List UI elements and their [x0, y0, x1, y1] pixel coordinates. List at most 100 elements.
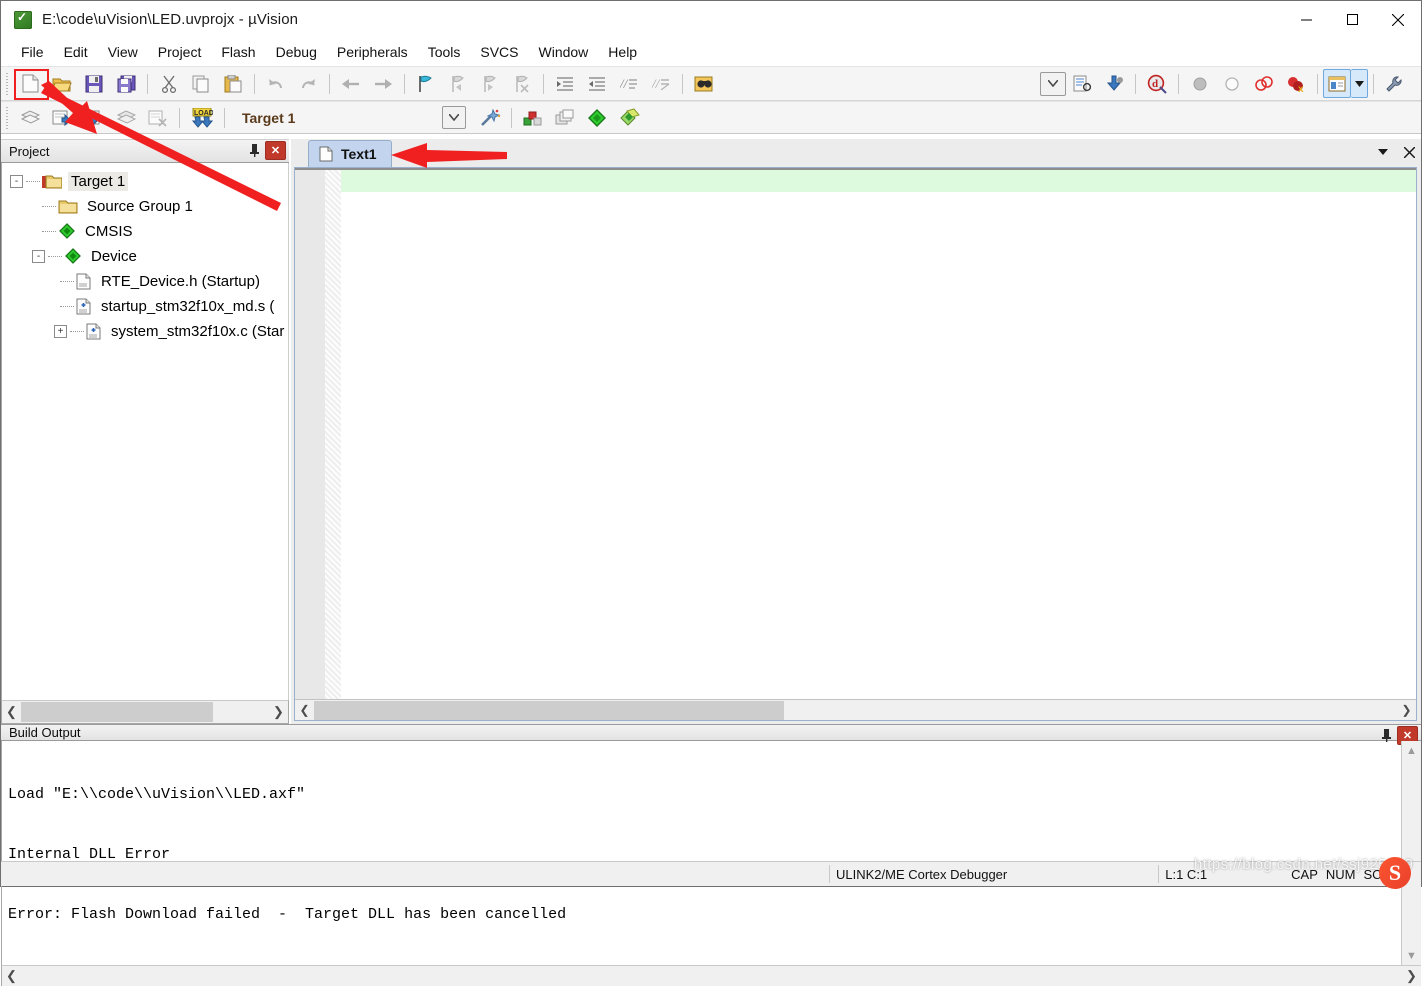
menu-item-tools[interactable]: Tools — [418, 41, 471, 63]
chevron-down-icon[interactable]: ▼ — [1402, 946, 1421, 965]
scrollbar-thumb[interactable] — [21, 702, 213, 722]
caret-down-icon[interactable] — [1375, 143, 1391, 161]
menu-item-window[interactable]: Window — [529, 41, 599, 63]
editor-text-area[interactable] — [341, 170, 1416, 699]
open-source-browser-button[interactable] — [1066, 69, 1098, 98]
menu-item-flash[interactable]: Flash — [211, 41, 265, 63]
previous-bookmark-button[interactable] — [442, 69, 474, 98]
multi-project-button[interactable] — [549, 103, 581, 132]
project-tree[interactable]: - Target 1 Source Group 1 CMSIS - Device… — [1, 163, 289, 700]
project-horizontal-scrollbar[interactable]: ❮ ❯ — [1, 700, 289, 724]
start-debug-button[interactable]: d — [1141, 69, 1173, 98]
redo-button[interactable] — [292, 69, 324, 98]
menu-item-project[interactable]: Project — [148, 41, 212, 63]
minimize-icon[interactable] — [1283, 1, 1329, 38]
window-dropdown-button[interactable] — [1351, 69, 1368, 98]
copy-button[interactable] — [185, 69, 217, 98]
cut-button[interactable] — [153, 69, 185, 98]
paste-button[interactable] — [217, 69, 249, 98]
save-button[interactable] — [78, 69, 110, 98]
indent-button[interactable] — [549, 69, 581, 98]
menu-item-edit[interactable]: Edit — [54, 41, 98, 63]
build-output-body[interactable]: Load "E:\\code\\uVision\\LED.axf" Intern… — [1, 741, 1421, 965]
close-icon[interactable] — [1375, 1, 1421, 38]
translate-button[interactable] — [14, 103, 46, 132]
tree-node-rte-device-h[interactable]: RTE_Device.h (Startup) — [2, 269, 288, 294]
target-selector[interactable]: Target 1 — [236, 106, 466, 129]
tab-text1[interactable]: Text1 — [308, 140, 392, 167]
editor-breakpoint-margin[interactable] — [295, 170, 325, 699]
open-file-button[interactable] — [46, 69, 78, 98]
navigate-back-button[interactable] — [335, 69, 367, 98]
editor-viewport[interactable] — [295, 168, 1416, 699]
menu-item-help[interactable]: Help — [598, 41, 647, 63]
close-icon[interactable] — [1401, 143, 1417, 161]
toolbar-grip[interactable] — [4, 106, 12, 129]
chevron-down-icon[interactable] — [442, 106, 466, 129]
editor-document[interactable]: ❮ ❯ — [294, 167, 1417, 721]
kill-all-breakpoints-button[interactable]: x — [1280, 69, 1312, 98]
rebuild-button[interactable] — [78, 103, 110, 132]
stop-build-button[interactable] — [142, 103, 174, 132]
configure-toolbar-button[interactable] — [1040, 71, 1066, 96]
chevron-right-icon[interactable]: ❯ — [1402, 966, 1421, 986]
find-in-files-button[interactable] — [688, 69, 720, 98]
kill-breakpoint-button[interactable] — [1216, 69, 1248, 98]
undo-button[interactable] — [260, 69, 292, 98]
configure-button[interactable] — [1379, 69, 1411, 98]
toggle-bookmark-button[interactable] — [410, 69, 442, 98]
download-button[interactable]: LOAD — [185, 103, 219, 132]
pin-icon[interactable] — [246, 142, 262, 159]
expander-icon[interactable]: - — [10, 175, 23, 188]
tree-node-source-group-1[interactable]: Source Group 1 — [2, 194, 288, 219]
clear-bookmarks-button[interactable] — [506, 69, 538, 98]
chevron-up-icon[interactable]: ▲ — [1402, 741, 1421, 760]
disable-breakpoint-button[interactable] — [1248, 69, 1280, 98]
close-icon[interactable]: ✕ — [265, 141, 286, 160]
menu-item-peripherals[interactable]: Peripherals — [327, 41, 418, 63]
debug-settings-button[interactable] — [1098, 69, 1130, 98]
manage-windows-button[interactable] — [1323, 69, 1351, 98]
chevron-right-icon[interactable]: ❯ — [1397, 701, 1416, 720]
svg-text:d: d — [1152, 78, 1158, 90]
tree-node-startup-s[interactable]: startup_stm32f10x_md.s ( — [2, 294, 288, 319]
scrollbar-thumb[interactable] — [314, 700, 784, 720]
maximize-icon[interactable] — [1329, 1, 1375, 38]
tree-node-cmsis[interactable]: CMSIS — [2, 219, 288, 244]
expander-icon[interactable]: - — [32, 250, 45, 263]
build-output-vertical-scrollbar[interactable]: ▲ ▼ — [1401, 741, 1421, 965]
menu-item-file[interactable]: File — [11, 41, 54, 63]
scrollbar-track[interactable] — [21, 966, 1402, 986]
manage-run-time-button[interactable] — [581, 103, 613, 132]
next-bookmark-button[interactable] — [474, 69, 506, 98]
chevron-left-icon[interactable]: ❮ — [2, 702, 21, 722]
pack-installer-button[interactable] — [613, 103, 645, 132]
chevron-left-icon[interactable]: ❮ — [295, 701, 314, 720]
target-options-button[interactable] — [474, 103, 506, 132]
tree-node-target1[interactable]: - Target 1 — [2, 169, 288, 194]
menu-item-debug[interactable]: Debug — [266, 41, 327, 63]
editor-horizontal-scrollbar[interactable]: ❮ ❯ — [295, 699, 1416, 720]
scrollbar-track[interactable] — [314, 700, 1397, 720]
scrollbar-track[interactable] — [21, 702, 269, 722]
menu-item-view[interactable]: View — [98, 41, 148, 63]
tree-node-device[interactable]: - Device — [2, 244, 288, 269]
expander-icon[interactable]: + — [54, 325, 67, 338]
tree-connector — [26, 180, 40, 183]
comment-button[interactable]: // — [613, 69, 645, 98]
manage-project-items-button[interactable] — [517, 103, 549, 132]
menu-item-svcs[interactable]: SVCS — [470, 41, 528, 63]
uncomment-button[interactable]: // — [645, 69, 677, 98]
batch-build-button[interactable] — [110, 103, 142, 132]
toolbar-grip[interactable] — [4, 72, 12, 95]
tree-node-system-c[interactable]: + system_stm32f10x.c (Star — [2, 319, 288, 344]
navigate-forward-button[interactable] — [367, 69, 399, 98]
save-all-button[interactable] — [110, 69, 142, 98]
insert-breakpoint-button[interactable] — [1184, 69, 1216, 98]
editor-fold-margin[interactable] — [325, 170, 341, 699]
build-button[interactable] — [46, 103, 78, 132]
chevron-left-icon[interactable]: ❮ — [2, 966, 21, 986]
outdent-button[interactable] — [581, 69, 613, 98]
chevron-right-icon[interactable]: ❯ — [269, 702, 288, 722]
build-output-horizontal-scrollbar[interactable]: ❮ ❯ — [1, 965, 1421, 986]
